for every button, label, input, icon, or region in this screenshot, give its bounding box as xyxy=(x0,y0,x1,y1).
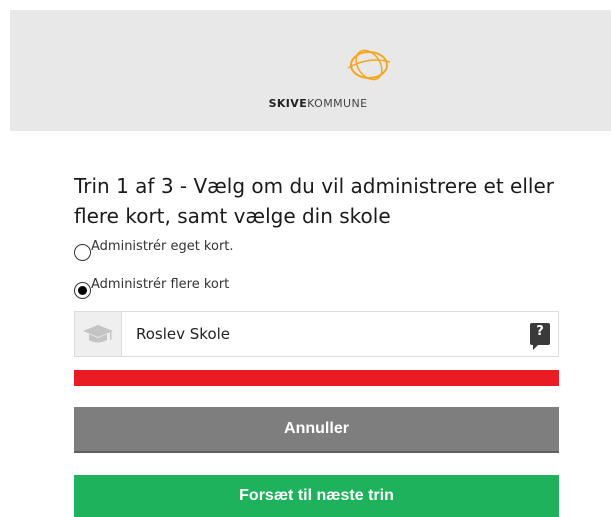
radio-own-card[interactable] xyxy=(74,244,91,261)
option-multiple-cards-label: Administrér flere kort xyxy=(91,277,230,292)
skive-logo-icon xyxy=(347,49,391,81)
brand-name-light: KOMMUNE xyxy=(307,97,368,110)
school-icon-cell xyxy=(75,312,122,356)
page-title: Trin 1 af 3 - Vælg om du vil administrer… xyxy=(74,174,554,228)
school-select[interactable]: Roslev Skole ? xyxy=(74,311,559,357)
brand-logo-text: SKIVEKOMMUNE xyxy=(253,97,383,110)
error-bar xyxy=(74,370,559,386)
cancel-button[interactable]: Annuller xyxy=(74,407,559,453)
radio-multiple-cards[interactable] xyxy=(74,282,91,299)
question-icon[interactable]: ? xyxy=(530,323,550,350)
option-own-card[interactable]: Administrér eget kort. xyxy=(74,238,234,261)
brand-name-bold: SKIVE xyxy=(268,97,308,110)
next-step-button[interactable]: Forsæt til næste trin xyxy=(74,475,559,517)
option-own-card-label: Administrér eget kort. xyxy=(91,239,234,254)
graduation-cap-icon xyxy=(83,325,113,343)
header-banner: SKIVEKOMMUNE xyxy=(10,10,611,131)
option-multiple-cards[interactable]: Administrér flere kort xyxy=(74,276,230,299)
school-value: Roslev Skole xyxy=(136,325,231,343)
